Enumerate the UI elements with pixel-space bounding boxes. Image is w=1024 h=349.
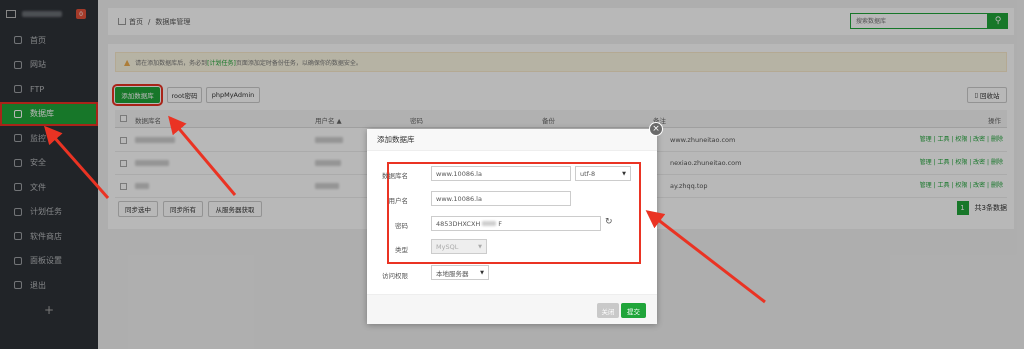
chevron-down-icon: ▼ <box>480 270 484 276</box>
dbname-label: 数据库名 <box>382 172 408 180</box>
dbname-field[interactable]: www.10086.la <box>431 166 571 181</box>
dialog-footer: 关闭 提交 <box>367 294 657 324</box>
refresh-password-icon[interactable]: ↻ <box>605 217 613 227</box>
access-label: 访问权限 <box>382 272 408 280</box>
password-value: 4853DHXCXH <box>436 219 481 228</box>
charset-select[interactable]: utf-8 ▼ <box>575 166 631 181</box>
password-tail: F <box>498 219 503 228</box>
chevron-down-icon: ▼ <box>478 244 482 250</box>
password-blurred <box>482 221 497 226</box>
close-icon[interactable]: × <box>649 122 663 136</box>
submit-button[interactable]: 提交 <box>621 303 646 318</box>
charset-value: utf-8 <box>580 169 596 178</box>
dialog-title: 添加数据库 <box>367 129 657 151</box>
username-field[interactable]: www.10086.la <box>431 191 571 206</box>
close-button[interactable]: 关闭 <box>597 303 619 318</box>
type-value: MySQL <box>436 242 459 251</box>
chevron-down-icon: ▼ <box>622 171 626 177</box>
add-database-dialog: 添加数据库 数据库名 www.10086.la utf-8 ▼ 用户名 www.… <box>367 129 657 324</box>
password-field[interactable]: 4853DHXCXH F <box>431 216 601 231</box>
access-select[interactable]: 本地服务器 ▼ <box>431 265 489 280</box>
user-label: 用户名 <box>388 197 409 205</box>
type-label: 类型 <box>395 246 408 254</box>
type-select: MySQL ▼ <box>431 239 487 254</box>
password-label: 密码 <box>395 222 408 230</box>
access-value: 本地服务器 <box>436 269 469 278</box>
